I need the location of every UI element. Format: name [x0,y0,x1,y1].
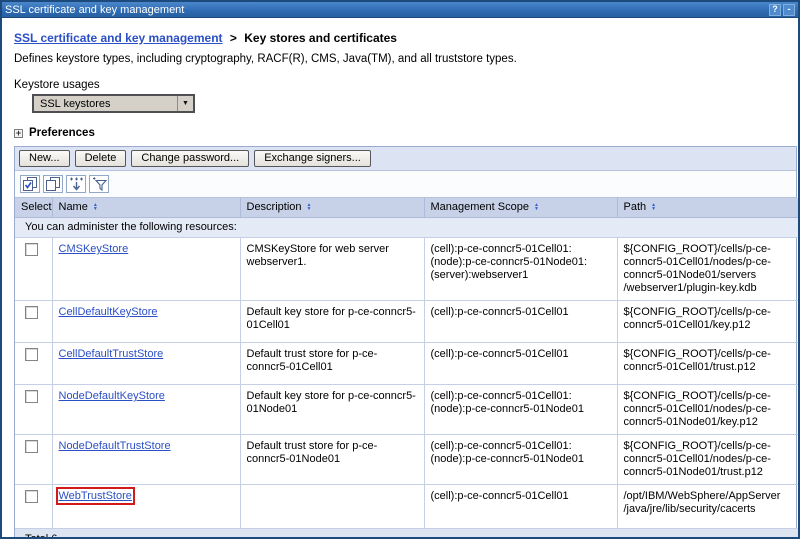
preferences-section[interactable]: + Preferences [14,127,790,139]
description-cell: Default trust store for p-ce-conncr5-01N… [240,435,424,485]
description-cell: Default key store for p-ce-conncr5-01Cel… [240,301,424,343]
window-titlebar: SSL certificate and key management ? - [2,2,798,18]
column-header-select: Select [15,198,52,218]
table-row: CellDefaultTrustStore Default trust store… [15,343,798,385]
management-scope-cell: (cell):p-ce-conncr5-01Cell01: (node):p-c… [424,238,617,301]
keystore-link[interactable]: CellDefaultKeyStore [59,306,158,318]
sort-icon[interactable]: ▲▼ [93,203,98,211]
breadcrumb-link-ssl-management[interactable]: SSL certificate and key management [14,31,223,45]
table-icons-toolbar [15,171,796,198]
name-cell: NodeDefaultKeyStore [52,385,240,435]
hide-filter-icon[interactable] [89,175,109,193]
breadcrumb: SSL certificate and key management > Key… [14,31,790,45]
description-cell: CMSKeyStore for web server webserver1. [240,238,424,301]
description-cell [240,485,424,529]
select-cell [15,385,52,435]
path-cell: ${CONFIG_ROOT}/cells/p-ce-conncr5-01Cell… [617,435,798,485]
table-row: NodeDefaultKeyStore Default key store for… [15,385,798,435]
management-scope-cell: (cell):p-ce-conncr5-01Cell01 [424,343,617,385]
sort-icon[interactable]: ▲▼ [534,203,539,211]
chevron-down-icon: ▼ [177,96,193,111]
keystore-usages-value: SSL keystores [34,98,177,110]
exchange-signers-button[interactable]: Exchange signers... [254,150,371,167]
row-checkbox[interactable] [25,306,38,319]
table-header-row: Select Name▲▼ Description▲▼ Management S… [15,198,798,218]
keystore-link[interactable]: CellDefaultTrustStore [59,348,164,360]
row-checkbox[interactable] [25,390,38,403]
path-cell: ${CONFIG_ROOT}/cells/p-ce-conncr5-01Cell… [617,343,798,385]
management-scope-cell: (cell):p-ce-conncr5-01Cell01 [424,485,617,529]
description-cell: Default key store for p-ce-conncr5-01Nod… [240,385,424,435]
table-caption: You can administer the following resourc… [15,218,798,238]
keystore-link[interactable]: CMSKeyStore [59,243,129,255]
keystore-link[interactable]: NodeDefaultKeyStore [59,390,165,402]
management-scope-cell: (cell):p-ce-conncr5-01Cell01: (node):p-c… [424,385,617,435]
app-window: SSL certificate and key management ? - S… [0,0,800,539]
deselect-all-icon[interactable] [43,175,63,193]
page-title: Key stores and certificates [244,31,397,45]
select-cell [15,238,52,301]
table-row: WebTrustStore (cell):p-ce-conncr5-01Cell0… [15,485,798,529]
sort-icon[interactable]: ▲▼ [307,203,312,211]
row-checkbox[interactable] [25,490,38,503]
column-header-description[interactable]: Description▲▼ [240,198,424,218]
table-body: CMSKeyStore CMSKeyStore for web server we… [15,238,798,529]
table-row: CellDefaultKeyStore Default key store for… [15,301,798,343]
path-cell: /opt/IBM/WebSphere/AppServer /java/jre/l… [617,485,798,529]
select-cell [15,435,52,485]
description-cell: Default trust store for p-ce-conncr5-01C… [240,343,424,385]
new-button[interactable]: New... [19,150,70,167]
table-caption-row: You can administer the following resourc… [15,218,798,238]
table-footer-row: Total 6 [15,529,798,539]
select-cell [15,301,52,343]
table-row: NodeDefaultTrustStore Default trust store… [15,435,798,485]
management-scope-cell: (cell):p-ce-conncr5-01Cell01: (node):p-c… [424,435,617,485]
show-filter-icon[interactable] [66,175,86,193]
keystore-usages-select[interactable]: SSL keystores ▼ [32,94,195,113]
management-scope-cell: (cell):p-ce-conncr5-01Cell01 [424,301,617,343]
table-button-toolbar: New... Delete Change password... Exchang… [15,147,796,171]
name-cell: CellDefaultKeyStore [52,301,240,343]
page-content: SSL certificate and key management > Key… [2,18,798,539]
minimize-icon[interactable]: - [783,4,795,16]
row-checkbox[interactable] [25,440,38,453]
row-checkbox[interactable] [25,243,38,256]
expand-plus-icon[interactable]: + [14,129,23,138]
name-cell: CMSKeyStore [52,238,240,301]
select-cell [15,343,52,385]
path-cell: ${CONFIG_ROOT}/cells/p-ce-conncr5-01Cell… [617,238,798,301]
column-header-management-scope[interactable]: Management Scope▲▼ [424,198,617,218]
name-cell: WebTrustStore [52,485,240,529]
name-cell: CellDefaultTrustStore [52,343,240,385]
path-cell: ${CONFIG_ROOT}/cells/p-ce-conncr5-01Cell… [617,301,798,343]
keystore-usages-label: Keystore usages [14,79,790,91]
delete-button[interactable]: Delete [75,150,127,167]
keystores-table: Select Name▲▼ Description▲▼ Management S… [15,198,798,539]
total-count: Total 6 [15,529,798,539]
keystore-link[interactable]: NodeDefaultTrustStore [59,440,171,452]
select-all-icon[interactable] [20,175,40,193]
path-cell: ${CONFIG_ROOT}/cells/p-ce-conncr5-01Cell… [617,385,798,435]
breadcrumb-separator: > [230,31,237,45]
name-cell: NodeDefaultTrustStore [52,435,240,485]
sort-icon[interactable]: ▲▼ [651,203,656,211]
keystores-table-frame: New... Delete Change password... Exchang… [14,146,797,539]
window-title: SSL certificate and key management [5,4,767,16]
select-cell [15,485,52,529]
help-icon[interactable]: ? [769,4,781,16]
column-header-name[interactable]: Name▲▼ [52,198,240,218]
keystore-link[interactable]: WebTrustStore [59,490,132,502]
row-checkbox[interactable] [25,348,38,361]
column-header-path[interactable]: Path▲▼ [617,198,798,218]
page-description: Defines keystore types, including crypto… [14,53,790,65]
table-row: CMSKeyStore CMSKeyStore for web server we… [15,238,798,301]
change-password-button[interactable]: Change password... [131,150,249,167]
preferences-label: Preferences [29,127,95,139]
